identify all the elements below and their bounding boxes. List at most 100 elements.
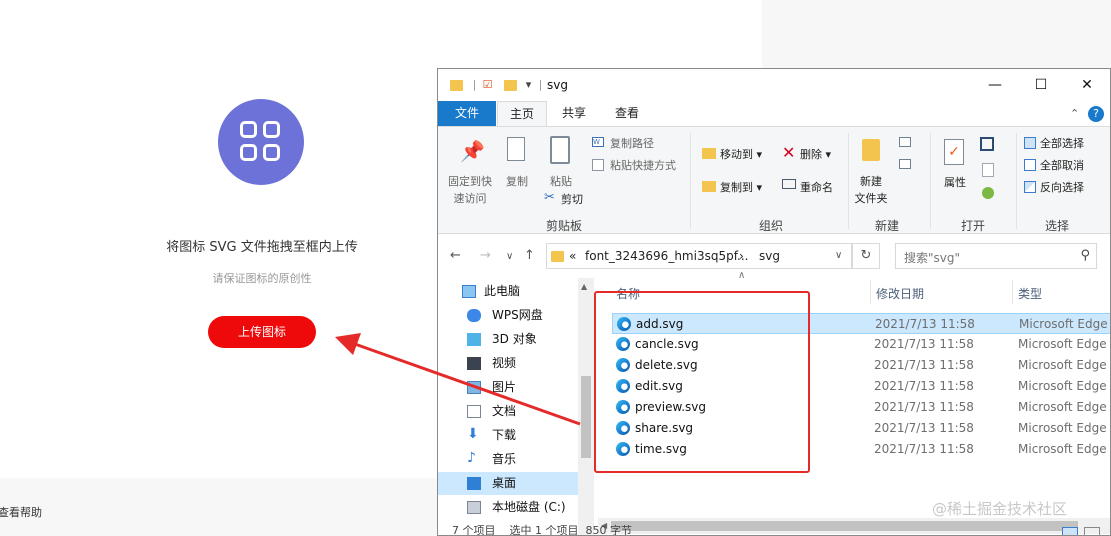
up-arrow-icon[interactable]: ↑	[524, 248, 535, 263]
refresh-icon[interactable]: ↻	[852, 243, 880, 269]
ribbon-separator	[690, 133, 691, 229]
column-header-date[interactable]: 修改日期	[876, 285, 924, 302]
nav-item-wps-cloud[interactable]: WPS网盘	[438, 304, 578, 327]
rename-button[interactable]: 重命名	[800, 179, 833, 195]
new-folder-quick-icon[interactable]	[504, 80, 517, 91]
address-dropdown-icon[interactable]: ∨	[835, 250, 842, 261]
new-item-icon[interactable]	[899, 137, 911, 147]
pin-label-1: 固定到快	[448, 175, 492, 188]
address-field[interactable]: « font_3243696_hmi3sq5pf... › svg ∨	[546, 243, 852, 269]
file-date: 2021/7/13 11:58	[875, 317, 975, 331]
nav-label: 文档	[492, 404, 517, 418]
move-to-label: 移动到	[720, 148, 753, 161]
file-date: 2021/7/13 11:58	[874, 400, 974, 414]
move-to-icon	[702, 148, 716, 159]
history-icon[interactable]	[982, 187, 994, 199]
help-icon[interactable]: ?	[1088, 106, 1104, 122]
cut-icon: ✂	[544, 190, 555, 205]
status-bar: 7 个项目 选中 1 个项目 850 字节	[438, 524, 1110, 536]
select-none-icon	[1024, 159, 1036, 171]
separator-icon: |	[472, 78, 477, 91]
properties-large-icon: ✓	[944, 139, 964, 165]
column-separator[interactable]	[870, 280, 871, 304]
column-separator[interactable]	[1012, 280, 1013, 304]
status-text: 7 个项目 选中 1 个项目 850 字节	[452, 524, 632, 536]
properties-button[interactable]: 属性	[938, 174, 972, 190]
open-icon[interactable]	[980, 137, 994, 151]
new-folder-button[interactable]: 新建 文件夹	[850, 173, 892, 207]
address-segment-svg[interactable]: svg	[759, 249, 780, 263]
maximize-button[interactable]: ☐	[1018, 69, 1064, 101]
tab-home[interactable]: 主页	[497, 101, 547, 126]
address-folder-icon	[551, 251, 564, 262]
close-button[interactable]: ✕	[1064, 69, 1110, 101]
tab-file[interactable]: 文件	[438, 101, 496, 126]
nav-item-pictures[interactable]: 图片	[438, 376, 578, 399]
delete-button[interactable]: 删除 ▾	[800, 146, 831, 162]
edit-icon[interactable]	[982, 163, 994, 177]
nav-item-documents[interactable]: 文档	[438, 400, 578, 423]
ribbon-separator	[1016, 133, 1017, 229]
file-type: Microsoft Edge	[1018, 358, 1107, 372]
address-overflow[interactable]: «	[569, 249, 576, 263]
copy-to-icon	[702, 181, 716, 192]
separator-icon: |	[538, 78, 543, 91]
nav-item-local-disk-c[interactable]: 本地磁盘 (C:)	[438, 496, 578, 519]
file-date: 2021/7/13 11:58	[874, 337, 974, 351]
tab-share[interactable]: 共享	[550, 101, 598, 126]
cloud-icon	[467, 309, 481, 322]
easy-access-icon[interactable]	[899, 159, 911, 169]
nav-item-music[interactable]: ♪ 音乐	[438, 448, 578, 471]
tab-view[interactable]: 查看	[602, 101, 652, 126]
back-arrow-icon[interactable]: ←	[450, 248, 461, 263]
minimize-button[interactable]: —	[972, 69, 1018, 101]
upload-icon-button[interactable]: 上传图标	[208, 316, 316, 348]
forward-arrow-icon[interactable]: →	[480, 248, 491, 263]
move-to-button[interactable]: 移动到 ▾	[720, 146, 762, 162]
copy-button[interactable]: 复制	[500, 173, 534, 189]
nav-label: 下载	[492, 428, 517, 442]
folder-icon	[450, 80, 463, 91]
nav-scroll-thumb[interactable]	[581, 376, 591, 458]
nav-scrollbar[interactable]: ▲	[578, 278, 594, 535]
address-segment-font[interactable]: font_3243696_hmi3sq5pf...	[585, 249, 749, 263]
nav-item-this-pc[interactable]: 此电脑	[438, 280, 578, 303]
pin-label-2: 速访问	[453, 192, 487, 205]
copy-path-button[interactable]: 复制路径	[610, 135, 654, 151]
nav-label: 图片	[492, 380, 517, 394]
large-icons-view-icon[interactable]	[1084, 527, 1100, 535]
properties-icon[interactable]: ☑	[481, 78, 494, 92]
scroll-up-icon[interactable]: ▲	[581, 282, 587, 291]
collapse-ribbon-icon[interactable]: ⌃	[1070, 107, 1079, 120]
search-input[interactable]: 搜索"svg" ⚲	[895, 243, 1097, 269]
cut-button[interactable]: 剪切	[561, 191, 583, 207]
invert-selection-button[interactable]: 反向选择	[1040, 179, 1084, 195]
file-date: 2021/7/13 11:58	[874, 358, 974, 372]
help-link[interactable]: 查看帮助	[0, 504, 42, 520]
annotation-highlight-box	[594, 291, 810, 473]
nav-label: 音乐	[492, 452, 517, 466]
nav-item-desktop[interactable]: 桌面	[438, 472, 578, 495]
column-header-type[interactable]: 类型	[1018, 285, 1042, 302]
select-all-button[interactable]: 全部选择	[1040, 135, 1084, 151]
nav-item-downloads[interactable]: ⬇ 下载	[438, 424, 578, 447]
paste-shortcut-button[interactable]: 粘贴快捷方式	[610, 157, 676, 173]
clipboard-group-label: 剪贴板	[545, 219, 582, 233]
window-title: svg	[547, 78, 568, 92]
title-bar: | ☑ ▾ | svg — ☐ ✕	[438, 69, 1110, 101]
nav-item-3d-objects[interactable]: 3D 对象	[438, 328, 578, 351]
paste-shortcut-icon	[592, 159, 604, 171]
file-type: Microsoft Edge	[1018, 379, 1107, 393]
address-separator[interactable]: ›	[739, 249, 744, 263]
copy-path-icon: W	[592, 137, 604, 147]
paste-button[interactable]: 粘贴	[542, 173, 580, 189]
recent-locations-chevron-icon[interactable]: ∨	[506, 251, 513, 262]
nav-label: WPS网盘	[492, 308, 543, 322]
nav-item-videos[interactable]: 视频	[438, 352, 578, 375]
select-none-button[interactable]: 全部取消	[1040, 157, 1084, 173]
copy-to-button[interactable]: 复制到 ▾	[720, 179, 762, 195]
pin-quick-access-button[interactable]: 固定到快 速访问	[444, 173, 496, 207]
cube-icon	[467, 333, 481, 346]
film-icon	[467, 357, 481, 370]
details-view-icon[interactable]	[1062, 527, 1078, 535]
